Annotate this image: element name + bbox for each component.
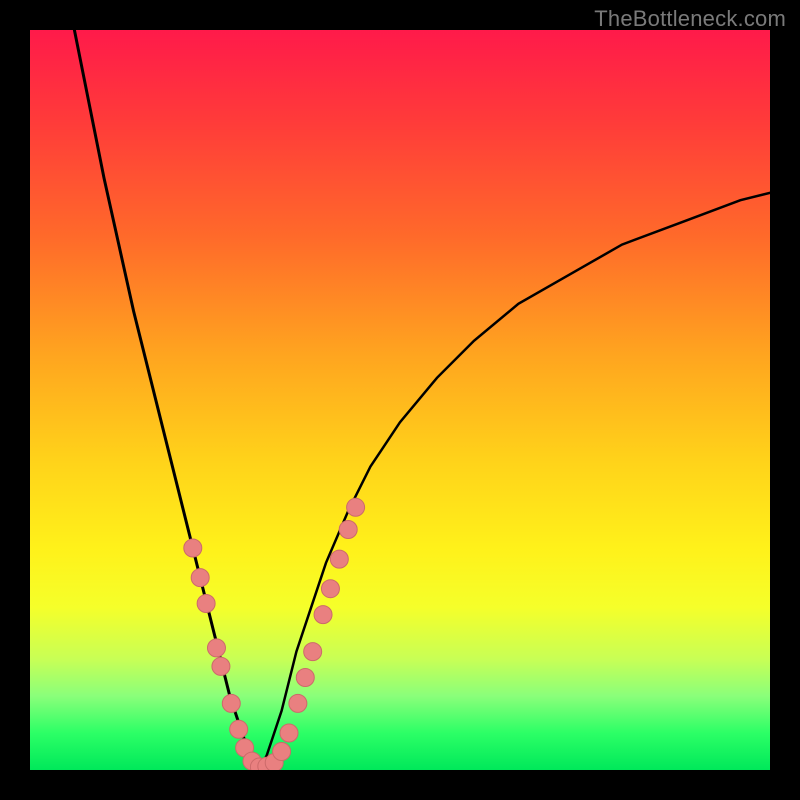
data-marker: [321, 580, 339, 598]
data-marker: [191, 569, 209, 587]
curve-left: [74, 30, 259, 770]
data-marker: [330, 550, 348, 568]
data-marker: [347, 498, 365, 516]
data-marker: [273, 743, 291, 761]
curve-layer: [30, 30, 770, 770]
watermark-text: TheBottleneck.com: [594, 6, 786, 32]
chart-frame: TheBottleneck.com: [0, 0, 800, 800]
data-marker: [304, 643, 322, 661]
data-marker: [289, 694, 307, 712]
data-marker: [212, 657, 230, 675]
data-marker: [314, 606, 332, 624]
data-marker: [230, 720, 248, 738]
data-marker: [339, 521, 357, 539]
curve-right: [259, 193, 770, 770]
data-marker: [222, 694, 240, 712]
plot-area: [30, 30, 770, 770]
data-marker: [280, 724, 298, 742]
data-marker: [197, 595, 215, 613]
data-marker: [184, 539, 202, 557]
data-marker: [296, 669, 314, 687]
data-marker: [207, 639, 225, 657]
